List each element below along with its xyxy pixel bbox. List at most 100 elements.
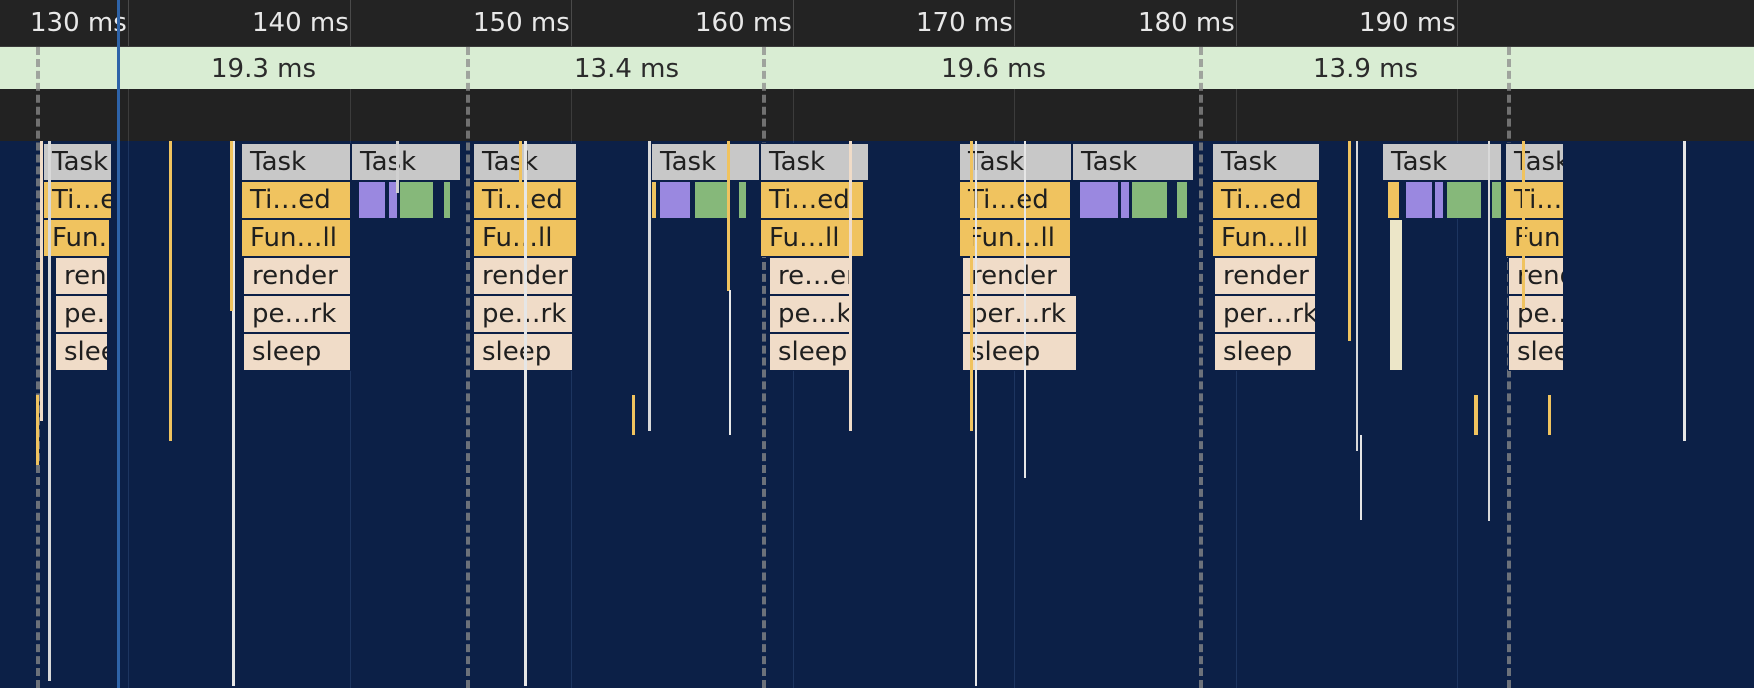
event-marker-tick [849,141,852,431]
event-marker-tick [1024,430,1026,478]
event-marker-tick [1360,435,1362,520]
composite-slice[interactable] [1446,181,1482,219]
event-marker-tick [970,141,973,431]
event-marker-tick [396,141,399,193]
event-marker-tick [48,141,51,681]
ruler-gridline [1236,0,1237,46]
js-frame-slice[interactable]: render [1508,257,1564,295]
ruler-tick-label: 190 ms [1359,8,1456,38]
js-frame-slice[interactable]: per…rk [962,295,1077,333]
frame-boundary-marker [466,47,470,688]
task-slice[interactable]: Task [1072,143,1194,181]
event-marker-tick [632,395,635,435]
frames-track[interactable]: 19.3 ms 13.4 ms 19.6 ms 13.9 ms [0,47,1754,89]
js-frame-slice[interactable]: pe…rk [1508,295,1564,333]
event-marker-tick [1488,141,1490,521]
ruler-gridline [1014,0,1015,46]
event-marker-tick [1522,141,1525,309]
js-frame-slice[interactable]: sleep [243,333,351,371]
performance-timeline[interactable]: 19.3 ms 13.4 ms 19.6 ms 13.9 ms 130 ms 140 m… [0,0,1754,688]
task-slice[interactable]: Task [651,143,760,181]
paint-slice[interactable] [659,181,691,219]
flame-gridline [1457,141,1458,688]
frame-duration-label: 19.3 ms [211,54,317,84]
network-gridline [1236,89,1237,141]
composite-slice[interactable] [738,181,747,219]
composite-slice[interactable] [399,181,434,219]
task-slice[interactable]: Task [351,143,461,181]
task-slice[interactable]: Task [43,143,112,181]
js-frame-slice[interactable]: render [1214,257,1316,295]
network-gridline [350,89,351,141]
js-frame-slice[interactable]: sleep [962,333,1077,371]
js-frame-slice[interactable]: render [473,257,573,295]
function-call-slice[interactable]: Fun…ll [43,219,110,257]
network-gridline [793,89,794,141]
frame-duration-label: 13.4 ms [574,54,680,84]
paint-slice[interactable] [1120,181,1130,219]
composite-slice[interactable] [443,181,451,219]
ruler-tick-label: 140 ms [252,8,349,38]
js-frame-slice[interactable]: sleep [473,333,573,371]
timer-fired-slice[interactable]: Ti…ed [1212,181,1318,219]
js-frame-slice[interactable]: sleep [1508,333,1564,371]
ruler-tick-label: 130 ms [30,8,127,38]
js-frame-slice[interactable]: sleep [55,333,108,371]
js-frame-slice[interactable]: per…rk [1214,295,1316,333]
timer-fired-slice[interactable]: Ti…ed [241,181,351,219]
js-frame-slice[interactable]: sleep [769,333,853,371]
frame-duration-label: 13.9 ms [1313,54,1419,84]
function-call-slice[interactable]: Fun…ll [1212,219,1318,257]
task-slice[interactable]: Task [241,143,351,181]
timer_fired-slice[interactable] [1387,181,1400,219]
composite-slice[interactable] [1491,181,1502,219]
paint-slice[interactable] [358,181,386,219]
ruler-gridline [1457,0,1458,46]
timer_fired-slice[interactable] [651,181,657,219]
network-gridline [128,89,129,141]
function-call-slice[interactable]: Fun…ll [241,219,351,257]
js-frame-slice[interactable]: pe…k [769,295,853,333]
time-ruler[interactable]: 130 ms 140 ms 150 ms 160 ms 170 ms 180 ms 190 … [0,0,1754,47]
timer-fired-slice[interactable]: Ti…ed [43,181,112,219]
js-frame-slice[interactable]: render [243,257,351,295]
js-frame-slice[interactable]: render [962,257,1071,295]
js-frame-slice[interactable]: pe…rk [55,295,108,333]
task-slice[interactable]: Task [1505,143,1564,181]
js-frame-slice[interactable]: render [55,257,108,295]
composite-slice[interactable] [1131,181,1168,219]
event-marker-tick [1683,141,1686,441]
js-frame-slice[interactable]: sleep [1214,333,1316,371]
event-marker-tick [524,141,527,686]
thin-js-slice[interactable] [1389,219,1403,371]
task-slice[interactable]: Task [760,143,869,181]
composite-slice[interactable] [694,181,729,219]
network-gridline [1457,89,1458,141]
js-frame-slice[interactable]: re…er [769,257,853,295]
event-marker-tick [1356,141,1358,451]
ruler-tick-label: 170 ms [916,8,1013,38]
event-marker-tick [519,141,522,211]
timer-fired-slice[interactable]: Ti…d [1505,181,1564,219]
paint-slice[interactable] [1405,181,1433,219]
event-marker-tick [1548,395,1551,435]
composite-slice[interactable] [1176,181,1188,219]
frame-duration-label: 19.6 ms [941,54,1047,84]
event-marker-tick [1024,141,1026,476]
ruler-tick-label: 180 ms [1138,8,1235,38]
task-slice[interactable]: Task [1212,143,1320,181]
task-slice[interactable]: Task [1382,143,1502,181]
ruler-tick-label: 150 ms [473,8,570,38]
event-marker-tick [40,141,43,421]
paint-slice[interactable] [1079,181,1119,219]
event-marker-tick [648,141,651,431]
flame-gridline [128,141,129,688]
js-frame-slice[interactable]: pe…rk [243,295,351,333]
function-call-slice[interactable]: Fun…ll [1505,219,1564,257]
ruler-gridline [571,0,572,46]
ruler-gridline [128,0,129,46]
playhead-cursor[interactable] [117,0,120,688]
frame-boundary-marker [1199,47,1203,688]
paint-slice[interactable] [1434,181,1444,219]
js-frame-slice[interactable]: pe…rk [473,295,573,333]
